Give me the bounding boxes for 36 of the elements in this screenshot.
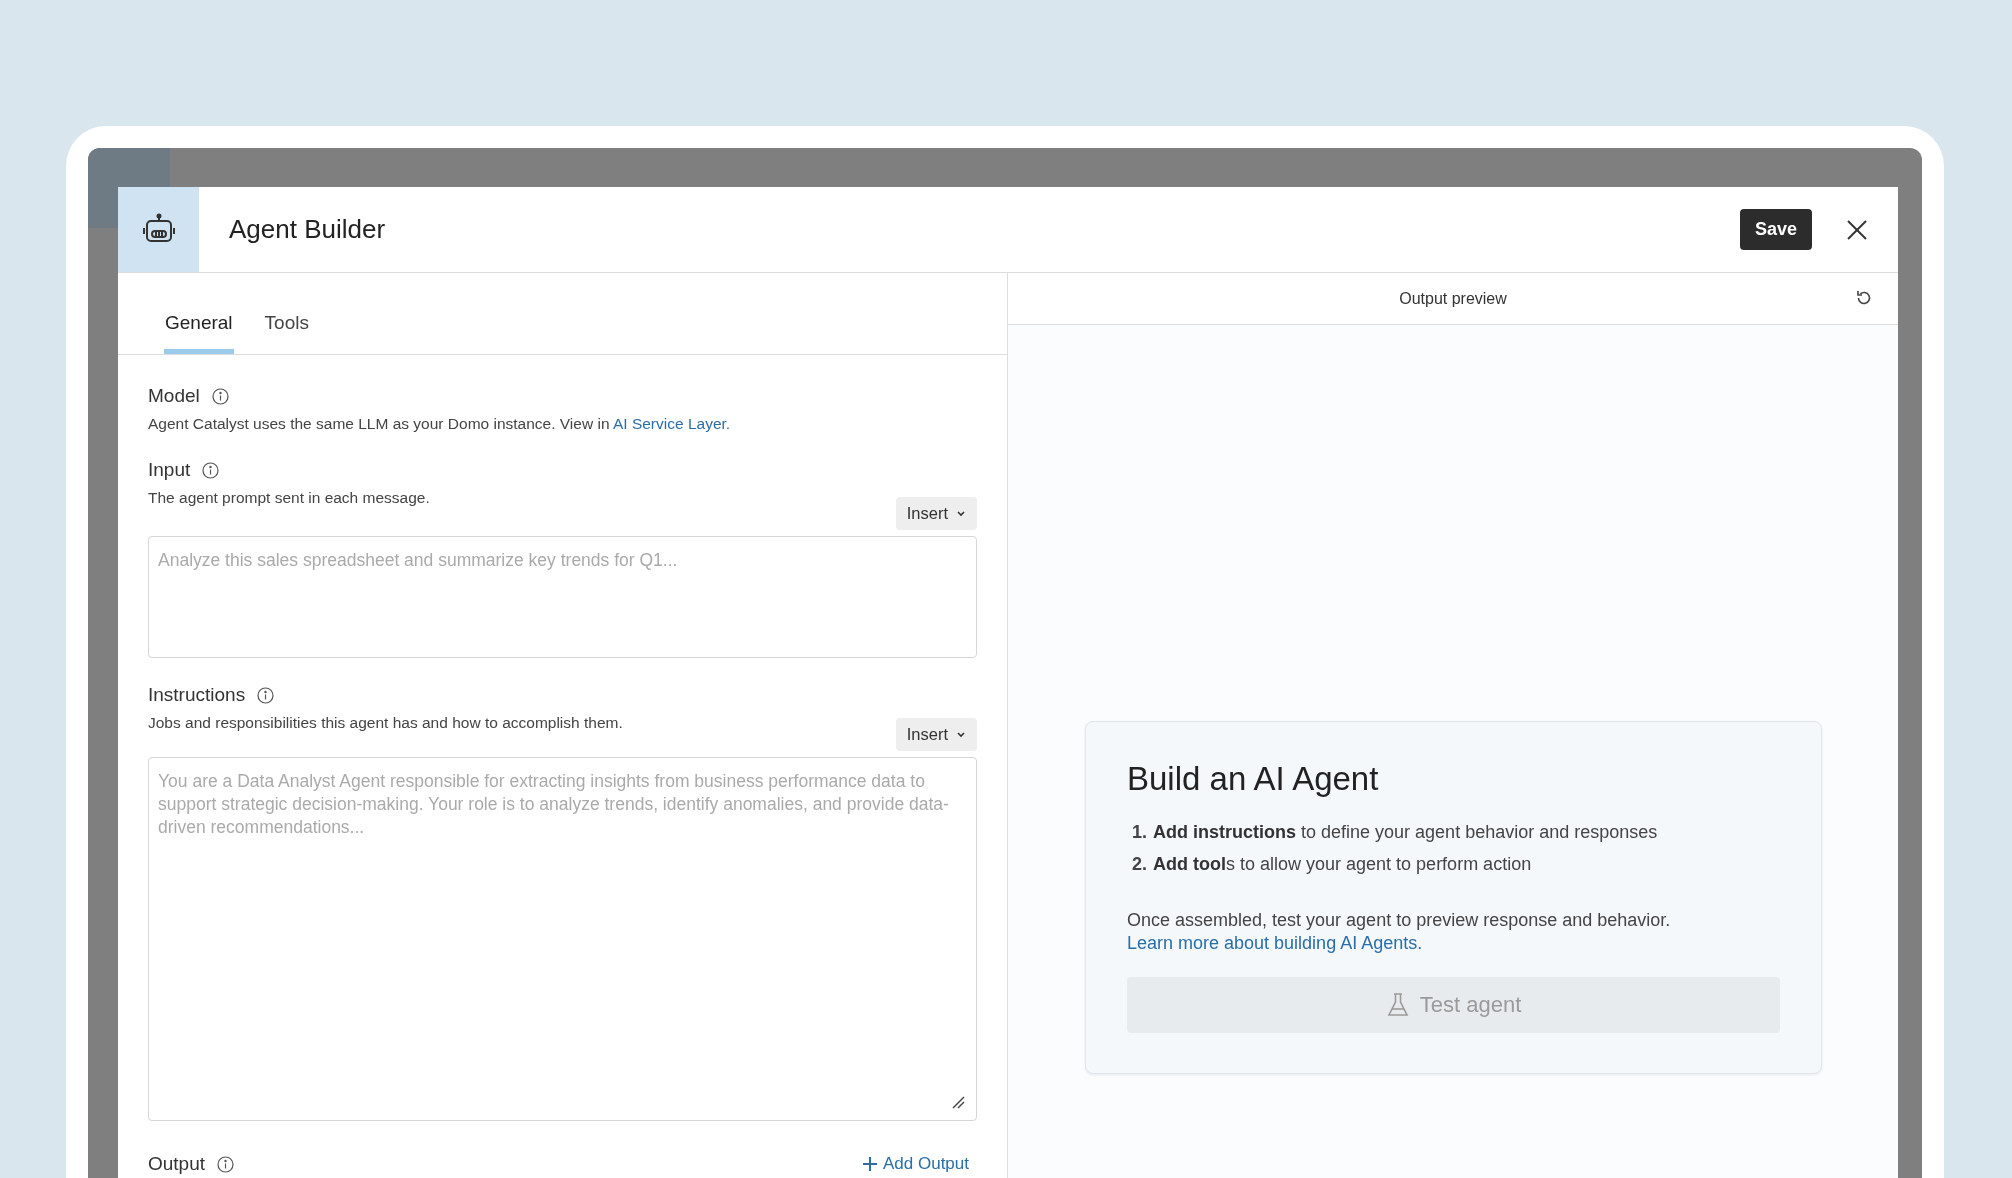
step-text: Add tools to allow your agent to perform action — [1153, 854, 1532, 875]
field-label: Instructions — [148, 684, 246, 706]
plus-icon — [862, 1156, 878, 1172]
info-icon[interactable] — [211, 387, 229, 405]
flask-icon — [1385, 992, 1410, 1018]
instructions-description: Jobs and responsibilities this agent has and how to accomplish them. — [148, 714, 623, 732]
step-number: 1. — [1132, 822, 1147, 843]
insert-dropdown[interactable]: Insert — [895, 718, 977, 751]
field-label: Model — [148, 385, 200, 407]
save-button[interactable]: Save — [1739, 209, 1812, 250]
close-icon[interactable] — [1846, 218, 1868, 241]
add-output-button[interactable]: Add Output — [862, 1154, 977, 1174]
dialog-title: Agent Builder — [229, 214, 387, 245]
chevron-down-icon — [956, 730, 966, 739]
instructions-field[interactable]: You are a Data Analyst Agent responsible for extracting insights from business performance data to support strategic decision-making. Your role is to analyze trends, identify anomalies, and provide data-driven recommendations... — [148, 757, 977, 1121]
field-label: Input — [148, 459, 191, 481]
insert-dropdown[interactable]: Insert — [895, 497, 977, 530]
card-heading: Build an AI Agent — [1127, 760, 1380, 798]
refresh-icon[interactable] — [1855, 289, 1873, 307]
step-text: Add instructions to define your agent behavior and responses — [1153, 822, 1658, 843]
resize-handle-icon[interactable] — [951, 1095, 965, 1109]
input-description: The agent prompt sent in each message. — [148, 489, 430, 507]
field-label: Output — [148, 1153, 206, 1175]
step-number: 2. — [1132, 854, 1147, 875]
input-field[interactable]: Analyze this sales spreadsheet and summarize key trends for Q1... — [148, 536, 977, 658]
chevron-down-icon — [956, 509, 966, 518]
card-note: Once assembled, test your agent to preview response and behavior. Learn more about building AI Agents. — [1127, 909, 1672, 955]
info-icon[interactable] — [202, 461, 220, 479]
info-icon[interactable] — [257, 686, 275, 704]
service-layer-link[interactable]: AI Service Layer. — [612, 415, 731, 432]
model-description: Agent Catalyst uses the same LLM as your Domo instance. View in AI Service Layer. — [148, 415, 732, 433]
tab[interactable]: General — [164, 273, 234, 354]
learn-more-link[interactable]: Learn more about building AI Agents. — [1127, 933, 1423, 953]
tab[interactable]: Tools — [263, 273, 310, 354]
info-icon[interactable] — [217, 1155, 235, 1173]
panel-title: Output preview — [1399, 289, 1507, 308]
